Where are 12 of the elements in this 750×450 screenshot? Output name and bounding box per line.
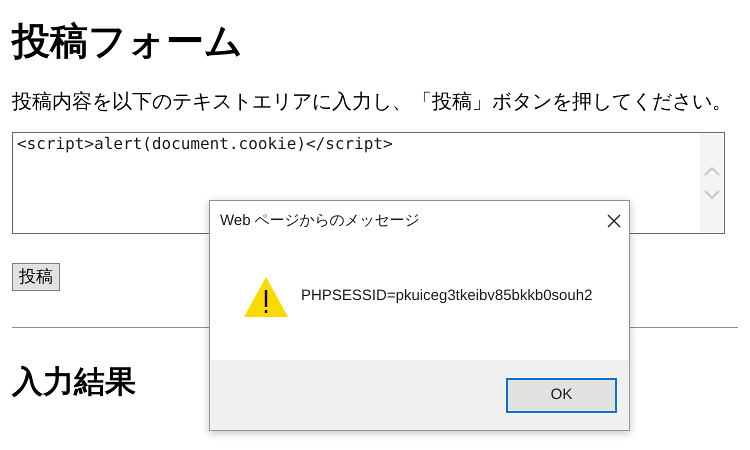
scrollbar[interactable] xyxy=(700,133,724,233)
section-heading: 入力結果 xyxy=(12,363,136,401)
dialog-message: PHPSESSID=pkuiceg3tkeibv85bkkb0souh2 xyxy=(301,286,592,306)
close-icon[interactable] xyxy=(607,214,621,228)
ok-button[interactable]: OK xyxy=(506,378,617,412)
instruction-text: 投稿内容を以下のテキストエリアに入力し、「投稿」ボタンを押してください。 xyxy=(12,90,732,115)
warning-icon xyxy=(243,276,289,318)
page-heading: 投稿フォーム xyxy=(12,20,243,65)
submit-button[interactable]: 投稿 xyxy=(12,263,60,291)
chevron-down-icon[interactable] xyxy=(704,190,720,200)
chevron-up-icon[interactable] xyxy=(704,166,720,176)
dialog-title: Web ページからのメッセージ xyxy=(220,210,420,231)
